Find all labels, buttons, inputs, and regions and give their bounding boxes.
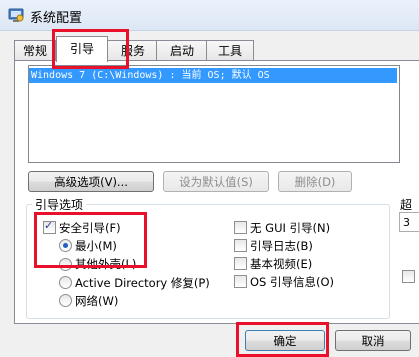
window-title: 系统配置 bbox=[30, 11, 83, 26]
network-label[interactable]: 网络(W) bbox=[75, 293, 118, 309]
title-bar: 系统配置 bbox=[0, 0, 419, 31]
tab-general[interactable]: 常规 bbox=[14, 40, 56, 61]
boot-entry-row[interactable]: Windows 7 (C:\Windows) : 当前 OS; 默认 OS bbox=[29, 68, 397, 83]
ok-button[interactable]: 确定 bbox=[245, 330, 325, 351]
ad-repair-radio[interactable] bbox=[59, 276, 72, 289]
tab-startup[interactable]: 启动 bbox=[156, 40, 208, 61]
boot-log-label[interactable]: 引导日志(B) bbox=[250, 238, 313, 254]
tab-tools[interactable]: 工具 bbox=[206, 40, 254, 61]
delete-button[interactable]: 删除(D) bbox=[278, 171, 352, 192]
set-default-button[interactable]: 设为默认值(S) bbox=[163, 171, 269, 192]
ad-repair-label[interactable]: Active Directory 修复(P) bbox=[75, 275, 210, 291]
timeout-input[interactable]: 3 bbox=[399, 212, 419, 232]
boot-log-checkbox[interactable] bbox=[234, 239, 247, 252]
advanced-options-button[interactable]: 高级选项(V)... bbox=[28, 171, 154, 192]
os-boot-info-label[interactable]: OS 引导信息(O) bbox=[250, 274, 334, 290]
safe-boot-label[interactable]: 安全引导(F) bbox=[59, 220, 121, 236]
boot-options-group-label: 引导选项 bbox=[32, 196, 87, 213]
tab-services[interactable]: 服务 bbox=[106, 40, 160, 61]
no-gui-boot-label[interactable]: 无 GUI 引导(N) bbox=[250, 220, 330, 236]
minimal-label[interactable]: 最小(M) bbox=[75, 238, 117, 254]
make-permanent-checkbox[interactable] bbox=[402, 270, 415, 283]
alternate-shell-label[interactable]: 其他外壳(L) bbox=[75, 256, 136, 272]
tab-boot[interactable]: 引导 bbox=[56, 36, 108, 62]
cancel-button[interactable]: 取消 bbox=[335, 330, 411, 351]
minimal-radio[interactable] bbox=[59, 239, 72, 252]
timeout-label: 超 bbox=[400, 198, 413, 212]
base-video-label[interactable]: 基本视频(E) bbox=[250, 256, 312, 272]
base-video-checkbox[interactable] bbox=[234, 257, 247, 270]
no-gui-boot-checkbox[interactable] bbox=[234, 221, 247, 234]
alternate-shell-radio[interactable] bbox=[59, 258, 72, 271]
safe-boot-checkbox[interactable] bbox=[43, 219, 56, 234]
os-boot-info-checkbox[interactable] bbox=[234, 275, 247, 288]
system-config-icon bbox=[8, 8, 24, 22]
network-radio[interactable] bbox=[59, 294, 72, 307]
